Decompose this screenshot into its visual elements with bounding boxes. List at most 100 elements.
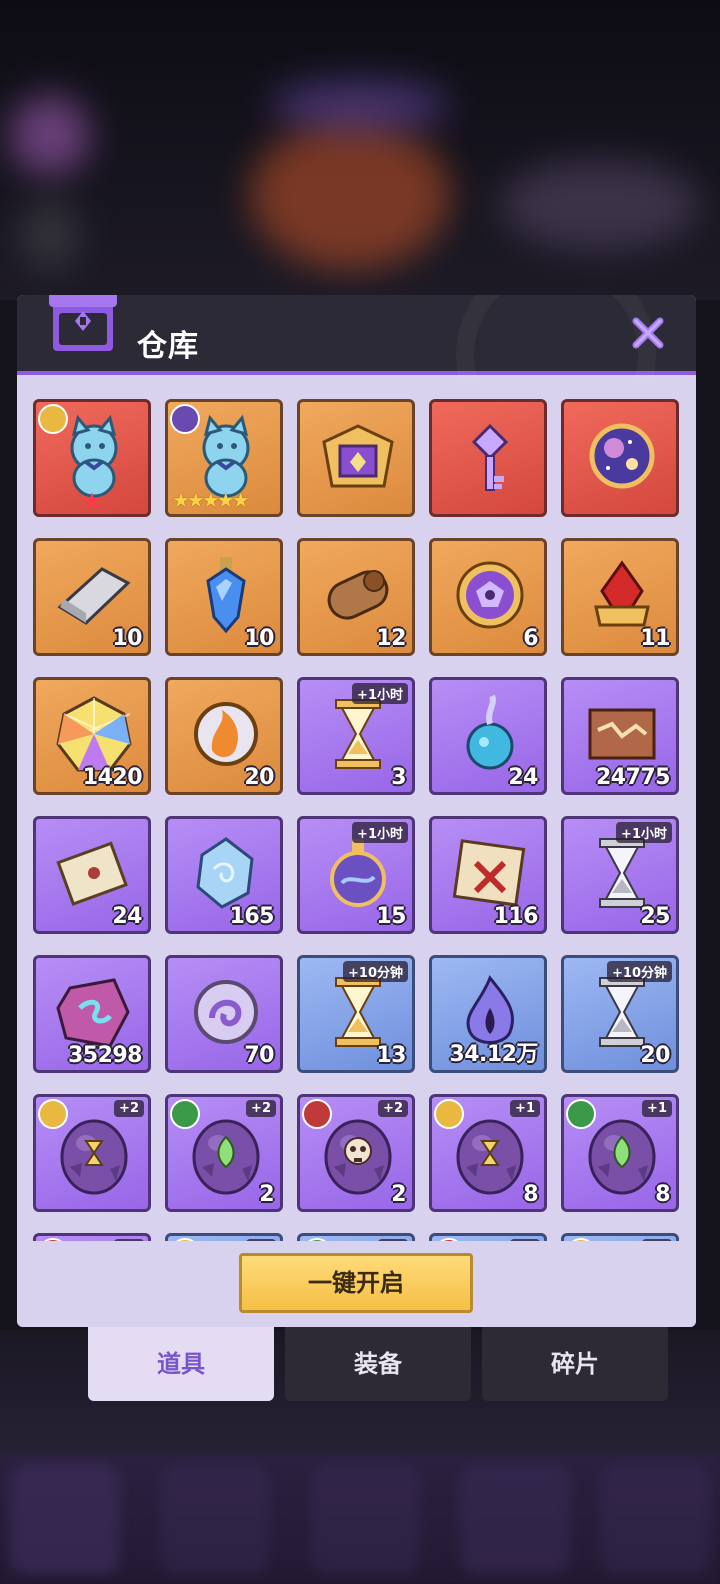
open-all-button[interactable]: 一键开启 [239,1253,473,1313]
item-count: 1420 [82,765,143,790]
inventory-item[interactable]: +2 [33,1094,151,1212]
item-count: 2 [259,1182,274,1207]
warehouse-dialog: 仓库 ★ ★★★★★ 10 10 12 6 11 1420 20 +1小时 3 24 24775 24 16… [17,295,696,1327]
tab-equipment[interactable]: 装备 [285,1327,471,1401]
red-star-icon: ★ [82,489,102,514]
inventory-item[interactable] [561,399,679,517]
inventory-item[interactable] [429,399,547,517]
background-nav-item [10,1464,120,1574]
purple-emblem-icon [446,551,534,639]
inventory-item[interactable]: 6 [429,538,547,656]
inventory-item[interactable]: 20 [165,677,283,795]
item-tag: +1 [510,1100,540,1117]
item-tag: +10分钟 [607,961,672,982]
faction-badge-icon [38,1099,68,1129]
item-count: 165 [229,904,275,929]
inventory-item[interactable]: ★ [33,399,151,517]
item-tag: +1 [642,1100,672,1117]
tab-items[interactable]: 道具 [88,1327,274,1401]
inventory-item[interactable]: 12 [297,538,415,656]
gold-chest-icon [314,412,402,500]
warehouse-chest-icon [49,295,117,351]
item-count: 24 [112,904,142,929]
faction-badge-icon [434,1099,464,1129]
dialog-footer: 一键开启 [17,1241,696,1327]
inventory-item[interactable]: 24775 [561,677,679,795]
item-count: 70 [244,1043,274,1068]
close-icon[interactable] [628,313,668,353]
inventory-item[interactable]: +2 2 [297,1094,415,1212]
inventory-item[interactable]: +2 [297,1233,415,1241]
inventory-item[interactable]: +1 [33,1233,151,1241]
item-tag: +1小时 [352,683,408,704]
item-count: 11 [640,626,670,651]
inventory-item[interactable]: 11 [561,538,679,656]
warehouse-tabs: 道具 装备 碎片 [88,1327,668,1401]
inventory-item[interactable]: +2 [429,1233,547,1241]
star-rating: ★★★★★ [172,488,250,512]
faction-badge-icon [38,404,68,434]
background-emblem [250,120,450,270]
item-grid-scroll[interactable]: ★ ★★★★★ 10 10 12 6 11 1420 20 +1小时 3 24 24775 24 165 +1… [17,379,696,1241]
inventory-item[interactable]: +1小时 25 [561,816,679,934]
background-nav-item [160,1464,270,1574]
faction-badge-icon [170,404,200,434]
inventory-item[interactable] [297,399,415,517]
inventory-item[interactable]: 70 [165,955,283,1073]
tab-fragments[interactable]: 碎片 [482,1327,668,1401]
inventory-item[interactable]: 34.12万 [429,955,547,1073]
background-event [500,160,700,250]
item-count: 20 [640,1043,670,1068]
inventory-item[interactable]: 24 [33,816,151,934]
item-tag: +1小时 [352,822,408,843]
item-tag: +2 [246,1100,276,1117]
crystal-key-icon [446,412,534,500]
inventory-item[interactable]: 165 [165,816,283,934]
item-count: 24 [508,765,538,790]
inventory-item[interactable]: +10分钟 13 [297,955,415,1073]
inventory-item[interactable]: +2 [165,1233,283,1241]
background-banner [270,80,450,130]
cosmic-orb-icon [578,412,666,500]
item-tag: +2 [114,1100,144,1117]
item-count: 6 [523,626,538,651]
inventory-item[interactable]: +2 2 [165,1094,283,1212]
inventory-item[interactable]: +1 8 [429,1094,547,1212]
item-tag: +1小时 [616,822,672,843]
item-count: 35298 [67,1043,143,1068]
item-count: 116 [493,904,539,929]
item-count: 8 [523,1182,538,1207]
inventory-item[interactable]: +1小时 3 [297,677,415,795]
item-count: 8 [655,1182,670,1207]
background-nav-item [310,1464,420,1574]
background-avatar [10,95,90,175]
background-nav-item [460,1464,570,1574]
item-count: 10 [244,626,274,651]
item-count: 3 [391,765,406,790]
item-count: 25 [640,904,670,929]
inventory-item[interactable]: +1 [561,1233,679,1241]
inventory-item[interactable]: 35298 [33,955,151,1073]
inventory-item[interactable]: 24 [429,677,547,795]
item-tag: +2 [378,1100,408,1117]
inventory-item[interactable]: 10 [33,538,151,656]
inventory-item[interactable]: ★★★★★ [165,399,283,517]
item-count: 24775 [595,765,671,790]
item-count: 12 [376,626,406,651]
inventory-item[interactable]: 116 [429,816,547,934]
faction-badge-icon [566,1099,596,1129]
item-grid: ★ ★★★★★ 10 10 12 6 11 1420 20 +1小时 3 24 24775 24 165 +1… [33,399,683,1241]
item-count: 2 [391,1182,406,1207]
inventory-item[interactable]: 10 [165,538,283,656]
item-count: 34.12万 [449,1042,538,1067]
inventory-item[interactable]: +10分钟 20 [561,955,679,1073]
background-nav-item [600,1464,710,1574]
item-count: 10 [112,626,142,651]
faction-badge-icon [170,1099,200,1129]
item-count: 20 [244,765,274,790]
inventory-item[interactable]: 1420 [33,677,151,795]
dialog-title: 仓库 [137,329,199,364]
inventory-item[interactable]: +1小时 15 [297,816,415,934]
inventory-item[interactable]: +1 8 [561,1094,679,1212]
background-side-icon [20,200,80,270]
